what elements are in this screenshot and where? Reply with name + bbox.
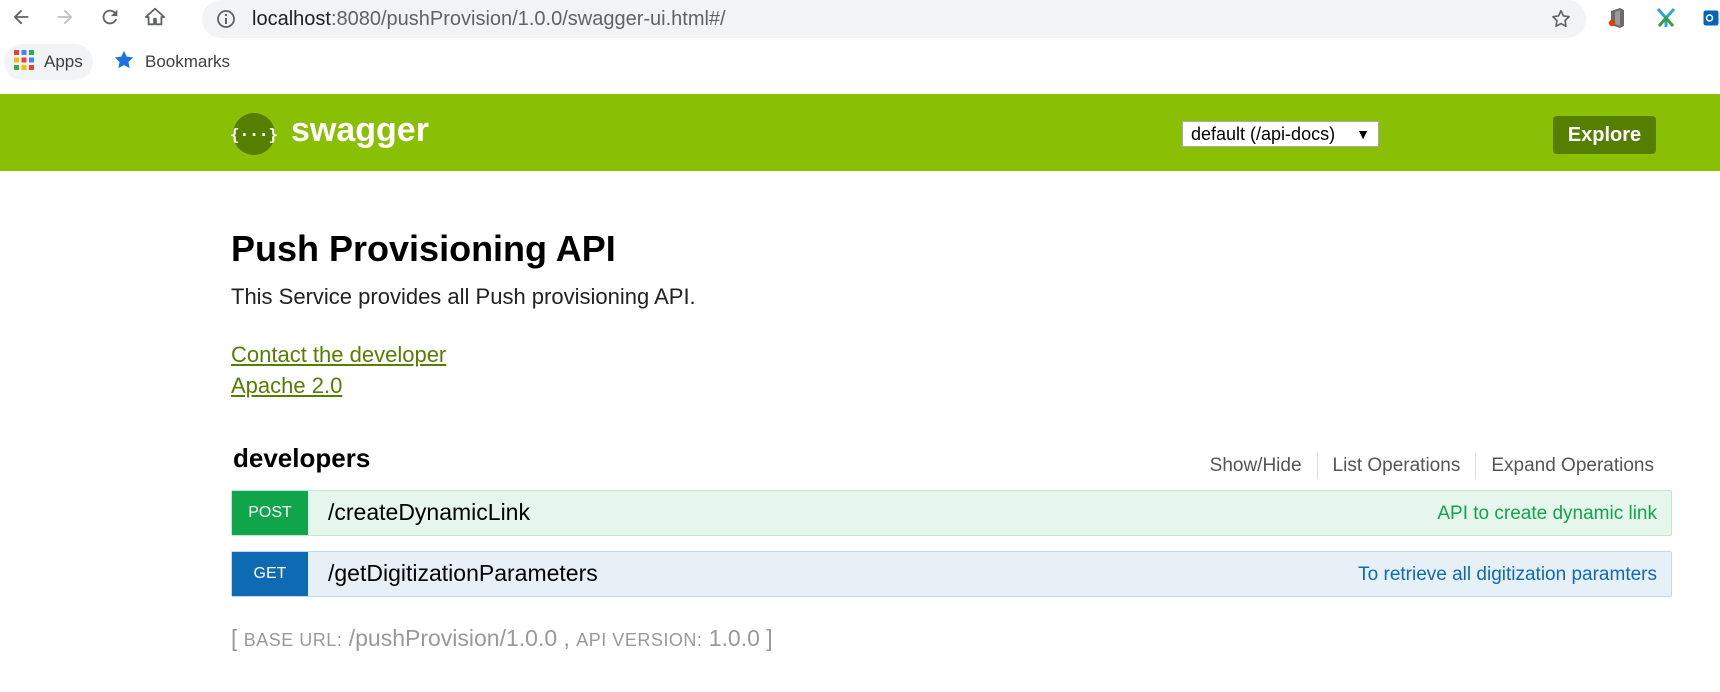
show-hide-link[interactable]: Show/Hide	[1195, 455, 1317, 477]
browser-toolbar: localhost:8080/pushProvision/1.0.0/swagg…	[0, 0, 1720, 38]
operation-path[interactable]: /createDynamicLink	[328, 499, 530, 526]
base-url-label: BASE URL:	[243, 630, 343, 650]
address-bar[interactable]: localhost:8080/pushProvision/1.0.0/swagg…	[202, 0, 1586, 38]
operation-summary[interactable]: API to create dynamic link	[1437, 503, 1657, 525]
api-definition-select[interactable]: default (/api-docs) ▼	[1182, 121, 1379, 147]
outlook-extension-icon[interactable]	[1702, 6, 1720, 30]
expand-operations-link[interactable]: Expand Operations	[1476, 455, 1654, 477]
site-info-icon[interactable]	[216, 9, 236, 29]
home-icon[interactable]	[140, 2, 170, 32]
operation-row-get-digitization-parameters[interactable]: GET /getDigitizationParameters To retrie…	[231, 551, 1672, 597]
bookmark-bookmarks[interactable]: Bookmarks	[113, 44, 230, 80]
api-version-label: API VERSION:	[576, 630, 703, 650]
bookmarks-bar: Apps Bookmarks	[0, 44, 1720, 84]
operation-summary[interactable]: To retrieve all digitization paramters	[1358, 564, 1657, 586]
api-version-value: 1.0.0	[708, 625, 760, 651]
bookmark-star-icon[interactable]	[1550, 8, 1572, 30]
separator: ,	[563, 625, 570, 651]
forward-arrow-icon[interactable]	[50, 2, 80, 32]
apps-grid-icon	[14, 49, 34, 75]
page-title: Push Provisioning API	[231, 228, 616, 269]
swagger-logo-text[interactable]: swagger	[291, 111, 429, 150]
bookmark-bookmarks-label: Bookmarks	[145, 52, 231, 71]
operation-row-create-dynamic-link[interactable]: POST /createDynamicLink API to create dy…	[231, 490, 1672, 536]
back-arrow-icon[interactable]	[6, 2, 36, 32]
api-definition-selected: default (/api-docs)	[1191, 123, 1336, 144]
base-url-value: /pushProvision/1.0.0	[348, 625, 558, 651]
api-description: This Service provides all Push provision…	[231, 284, 696, 309]
license-link[interactable]: Apache 2.0	[231, 373, 342, 399]
bookmark-apps-label: Apps	[44, 52, 83, 71]
close-bracket: ]	[766, 625, 773, 651]
operation-path[interactable]: /getDigitizationParameters	[328, 560, 598, 587]
open-bracket: [	[231, 625, 238, 651]
http-method-badge[interactable]: POST	[232, 491, 308, 535]
list-operations-link[interactable]: List Operations	[1318, 455, 1476, 477]
office-extension-icon[interactable]	[1605, 6, 1629, 30]
base-url-info: [ BASE URL: /pushProvision/1.0.0 , API V…	[231, 625, 773, 652]
http-method-badge[interactable]: GET	[232, 552, 308, 596]
dropdown-arrow-icon: ▼	[1356, 126, 1370, 142]
resource-actions: Show/Hide List Operations Expand Operati…	[1195, 453, 1654, 479]
url-text: localhost:8080/pushProvision/1.0.0/swagg…	[252, 8, 726, 31]
url-host: localhost	[252, 8, 331, 30]
jira-extension-icon[interactable]	[1654, 6, 1678, 30]
contact-developer-link[interactable]: Contact the developer	[231, 342, 446, 368]
resource-title[interactable]: developers	[233, 443, 370, 474]
swagger-logo-icon[interactable]: {···}	[230, 113, 278, 155]
star-icon	[113, 49, 135, 76]
explore-button[interactable]: Explore	[1553, 116, 1656, 154]
bookmark-apps[interactable]: Apps	[4, 44, 93, 80]
swagger-header: {···} swagger default (/api-docs) ▼ Expl…	[0, 94, 1720, 171]
reload-icon[interactable]	[95, 2, 125, 32]
url-path: :8080/pushProvision/1.0.0/swagger-ui.htm…	[330, 8, 726, 30]
